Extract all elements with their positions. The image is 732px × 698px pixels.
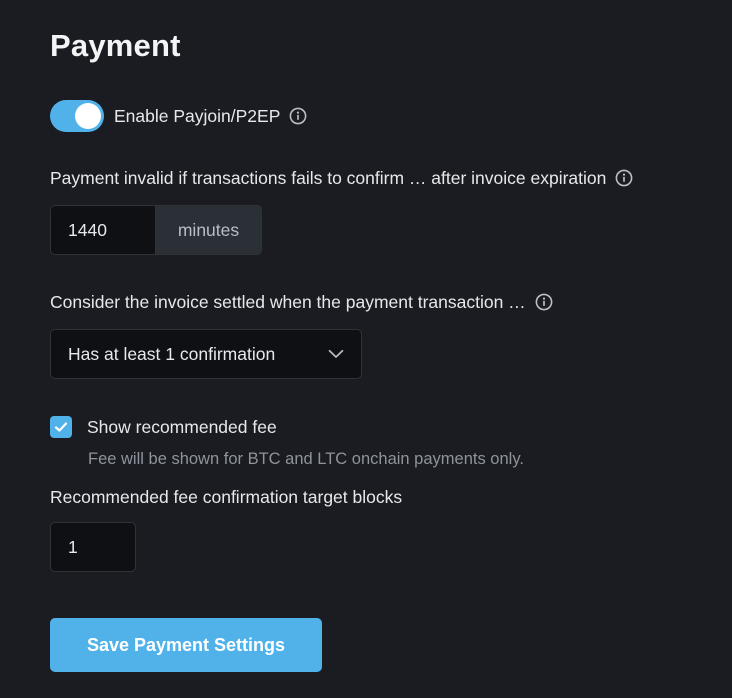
check-icon <box>54 422 68 432</box>
info-icon[interactable] <box>615 169 633 187</box>
recommended-fee-checkbox[interactable] <box>50 416 72 438</box>
minutes-addon: minutes <box>156 205 262 255</box>
save-payment-settings-button[interactable]: Save Payment Settings <box>50 618 322 672</box>
recommended-fee-row: Show recommended fee <box>50 414 277 440</box>
chevron-down-icon <box>328 349 344 358</box>
target-blocks-label: Recommended fee confirmation target bloc… <box>50 486 403 507</box>
settled-select[interactable]: Has at least 1 confirmation <box>50 329 362 379</box>
expiration-label-row: Payment invalid if transactions fails to… <box>50 166 633 190</box>
expiration-minutes-input[interactable] <box>50 205 156 255</box>
payjoin-label: Enable Payjoin/P2EP <box>114 105 281 126</box>
info-icon[interactable] <box>535 293 553 311</box>
info-icon[interactable] <box>289 107 307 125</box>
payjoin-toggle[interactable] <box>50 100 104 132</box>
target-blocks-input[interactable] <box>50 522 136 572</box>
expiration-label: Payment invalid if transactions fails to… <box>50 167 607 188</box>
recommended-fee-label: Show recommended fee <box>87 416 277 437</box>
settled-select-value: Has at least 1 confirmation <box>68 343 276 364</box>
settled-label-row: Consider the invoice settled when the pa… <box>50 290 553 314</box>
toggle-knob <box>75 103 101 129</box>
payjoin-row: Enable Payjoin/P2EP <box>50 100 307 132</box>
settled-label: Consider the invoice settled when the pa… <box>50 291 526 312</box>
page-title: Payment <box>50 28 181 63</box>
recommended-fee-help: Fee will be shown for BTC and LTC onchai… <box>88 450 524 468</box>
expiration-input-group: minutes <box>50 205 262 255</box>
